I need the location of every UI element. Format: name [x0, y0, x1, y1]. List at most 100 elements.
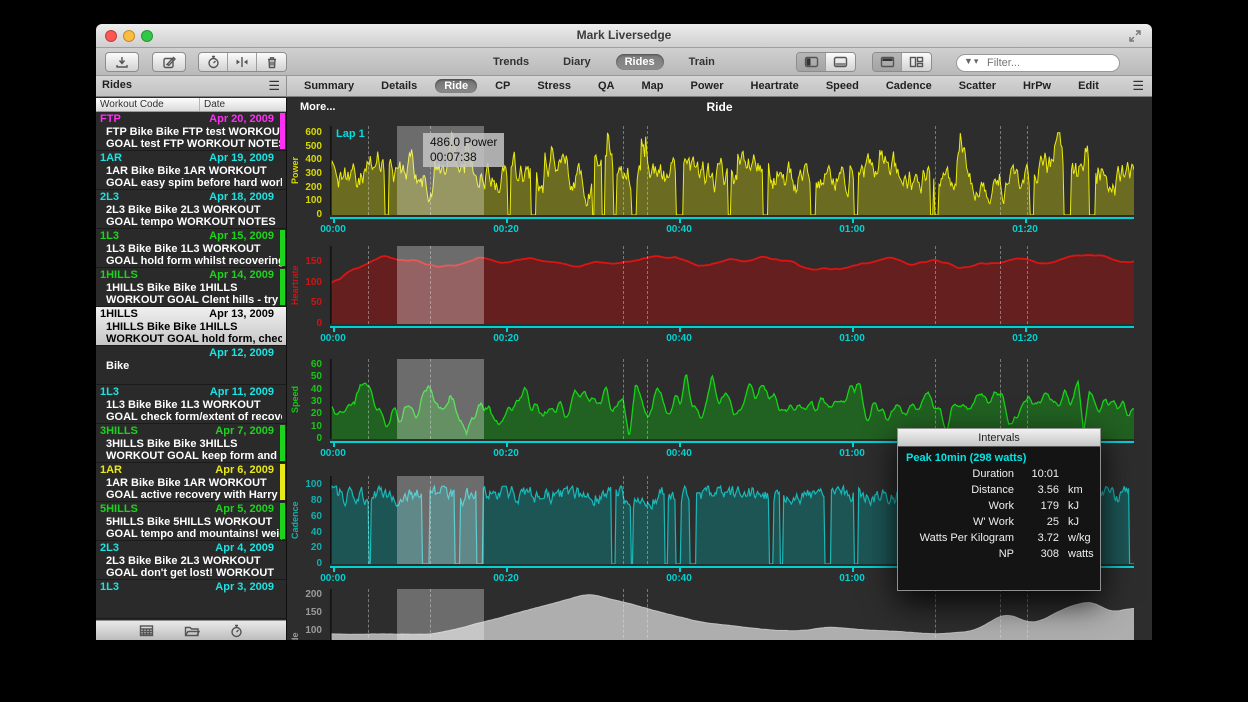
- ride-list-item[interactable]: Apr 12, 2009Bike: [96, 346, 286, 385]
- split-button[interactable]: [228, 53, 257, 71]
- chart-tab-ride[interactable]: Ride: [435, 79, 477, 93]
- ride-list-item[interactable]: 1L3Apr 11, 20091L3 Bike Bike 1L3 WORKOUT…: [96, 385, 286, 424]
- chart-tab-edit[interactable]: Edit: [1069, 79, 1108, 93]
- view-tab-trends[interactable]: Trends: [484, 54, 538, 70]
- x-tick-mark: [679, 219, 681, 223]
- tiled-view-toggle[interactable]: [902, 53, 931, 71]
- chart-tab-scatter[interactable]: Scatter: [950, 79, 1005, 93]
- column-workout-code[interactable]: Workout Code: [96, 98, 200, 111]
- speed-selection-overlay[interactable]: [397, 359, 484, 439]
- power-plot[interactable]: Lap 1486.0 Power00:07:38: [330, 126, 1134, 215]
- ride-date: Apr 19, 2009: [209, 152, 274, 165]
- speed-y-tick: 0: [287, 433, 322, 445]
- ride-list-item[interactable]: 1ARApr 19, 20091AR Bike Bike 1AR WORKOUT…: [96, 151, 286, 190]
- x-tick-mark: [1025, 328, 1027, 332]
- ride-desc: GOAL check form/extent of recovery: [100, 411, 282, 423]
- ride-desc: GOAL easy spim before hard work: [100, 177, 282, 189]
- chart-tab-heartrate[interactable]: Heartrate: [742, 79, 808, 93]
- chart-tab-map[interactable]: Map: [632, 79, 672, 93]
- ride-header: More... Ride: [287, 98, 1152, 117]
- chart-tab-speed[interactable]: Speed: [817, 79, 868, 93]
- altitude-selection-overlay[interactable]: [397, 589, 484, 640]
- save-button[interactable]: [105, 52, 139, 72]
- x-tick-mark: [333, 328, 335, 332]
- interval-marker: [1000, 246, 1001, 324]
- chart-tab-details[interactable]: Details: [372, 79, 426, 93]
- titlebar[interactable]: Mark Liversedge: [96, 24, 1152, 48]
- interval-marker: [368, 359, 369, 439]
- trash-button[interactable]: [257, 53, 286, 71]
- intervals-popup: Intervals Peak 10min (298 watts) Duratio…: [897, 428, 1101, 591]
- view-tab-diary[interactable]: Diary: [554, 54, 600, 70]
- edit-button[interactable]: [152, 52, 186, 72]
- cadence-selection-overlay[interactable]: [397, 476, 484, 564]
- chart-tab-summary[interactable]: Summary: [295, 79, 363, 93]
- ride-code: 1HILLS: [100, 308, 138, 321]
- chart-tab-stress[interactable]: Stress: [528, 79, 580, 93]
- ride-list-item[interactable]: 5HILLSApr 5, 20095HILLS Bike 5HILLS WORK…: [96, 502, 286, 541]
- intervals-popup-titlebar[interactable]: Intervals: [898, 429, 1100, 447]
- content: Workout Code Date FTPApr 20, 2009FTP Bik…: [96, 98, 1152, 640]
- heartrate-selection-overlay[interactable]: [397, 246, 484, 324]
- ride-list-item[interactable]: 1HILLSApr 13, 20091HILLS Bike Bike 1HILL…: [96, 307, 286, 346]
- single-view-toggle[interactable]: [873, 53, 902, 71]
- altitude-y-tick: 100: [287, 625, 322, 637]
- interval-marker: [1027, 359, 1028, 439]
- chart-tab-cadence[interactable]: Cadence: [877, 79, 941, 93]
- tab-row: Rides ☰ SummaryDetailsRideCPStressQAMapP…: [96, 76, 1152, 97]
- stopwatch-button[interactable]: [199, 53, 228, 71]
- calendar-icon[interactable]: [139, 624, 154, 637]
- ride-list-item[interactable]: 1L3Apr 3, 2009: [96, 580, 286, 619]
- interval-row: Duration10:01: [906, 466, 1092, 482]
- ride-list-item[interactable]: 2L3Apr 18, 20092L3 Bike Bike 2L3 WORKOUT…: [96, 190, 286, 229]
- folder-icon[interactable]: [184, 625, 200, 637]
- ride-desc: WORKOUT GOAL keep form and: [100, 450, 282, 462]
- fullscreen-icon[interactable]: [1128, 29, 1142, 43]
- ride-list-item[interactable]: 3HILLSApr 7, 20093HILLS Bike Bike 3HILLS…: [96, 424, 286, 463]
- heartrate-y-tick: 100: [287, 277, 322, 289]
- speed-y-tick: 60: [287, 359, 322, 371]
- interval-marker: [623, 589, 624, 640]
- cadence-y-tick: 100: [287, 479, 322, 491]
- heartrate-plot[interactable]: [330, 246, 1134, 324]
- layout-toggle-group: [872, 52, 932, 72]
- x-tick-label: 01:20: [1003, 333, 1047, 344]
- chart-tab-hrpw[interactable]: HrPw: [1014, 79, 1060, 93]
- speed-plot[interactable]: [330, 359, 1134, 439]
- filter-input[interactable]: [956, 54, 1120, 72]
- sidebar-bottom-toggle[interactable]: [826, 53, 855, 71]
- ride-code: 1L3: [100, 230, 119, 243]
- ride-list-item[interactable]: 2L3Apr 4, 20092L3 Bike Bike 2L3 WORKOUTG…: [96, 541, 286, 580]
- ride-date: Apr 18, 2009: [209, 191, 274, 204]
- view-tab-rides[interactable]: Rides: [616, 54, 664, 70]
- ride-date: Apr 4, 2009: [215, 542, 274, 555]
- x-tick-mark: [333, 443, 335, 447]
- ride-list-item[interactable]: 1HILLSApr 14, 20091HILLS Bike Bike 1HILL…: [96, 268, 286, 307]
- interval-marker: [647, 359, 648, 439]
- chart-tab-cp[interactable]: CP: [486, 79, 519, 93]
- ride-code: FTP: [100, 113, 121, 126]
- chart-menu-icon[interactable]: ☰: [1132, 79, 1144, 92]
- column-header[interactable]: Workout Code Date: [96, 98, 286, 112]
- power-y-tick: 100: [287, 195, 322, 207]
- ride-date: Apr 3, 2009: [215, 581, 274, 594]
- ride-list-item[interactable]: 1L3Apr 15, 20091L3 Bike Bike 1L3 WORKOUT…: [96, 229, 286, 268]
- ride-list-item[interactable]: 1ARApr 6, 20091AR Bike Bike 1AR WORKOUTG…: [96, 463, 286, 502]
- sidebar-menu-icon[interactable]: ☰: [268, 79, 280, 92]
- x-tick-mark: [333, 568, 335, 572]
- stopwatch-icon[interactable]: [230, 624, 243, 638]
- chart-tab-power[interactable]: Power: [681, 79, 732, 93]
- ride-list-item[interactable]: FTPApr 20, 2009FTP Bike Bike FTP test WO…: [96, 112, 286, 151]
- ride-desc: WORKOUT GOAL Clent hills - try: [100, 294, 282, 306]
- chart-tab-qa[interactable]: QA: [589, 79, 624, 93]
- sidebar-left-toggle[interactable]: [797, 53, 826, 71]
- power-y-tick: 300: [287, 168, 322, 180]
- heartrate-x-axis: [330, 326, 1134, 328]
- power-x-axis: [330, 217, 1134, 219]
- interval-heading[interactable]: Peak 10min (298 watts): [906, 452, 1092, 464]
- view-tab-train[interactable]: Train: [680, 54, 724, 70]
- main-toolbar: TrendsDiaryRidesTrain ▼▾: [96, 48, 1152, 76]
- altitude-y-tick: 150: [287, 607, 322, 619]
- altitude-plot[interactable]: [330, 589, 1134, 640]
- column-date[interactable]: Date: [200, 98, 225, 111]
